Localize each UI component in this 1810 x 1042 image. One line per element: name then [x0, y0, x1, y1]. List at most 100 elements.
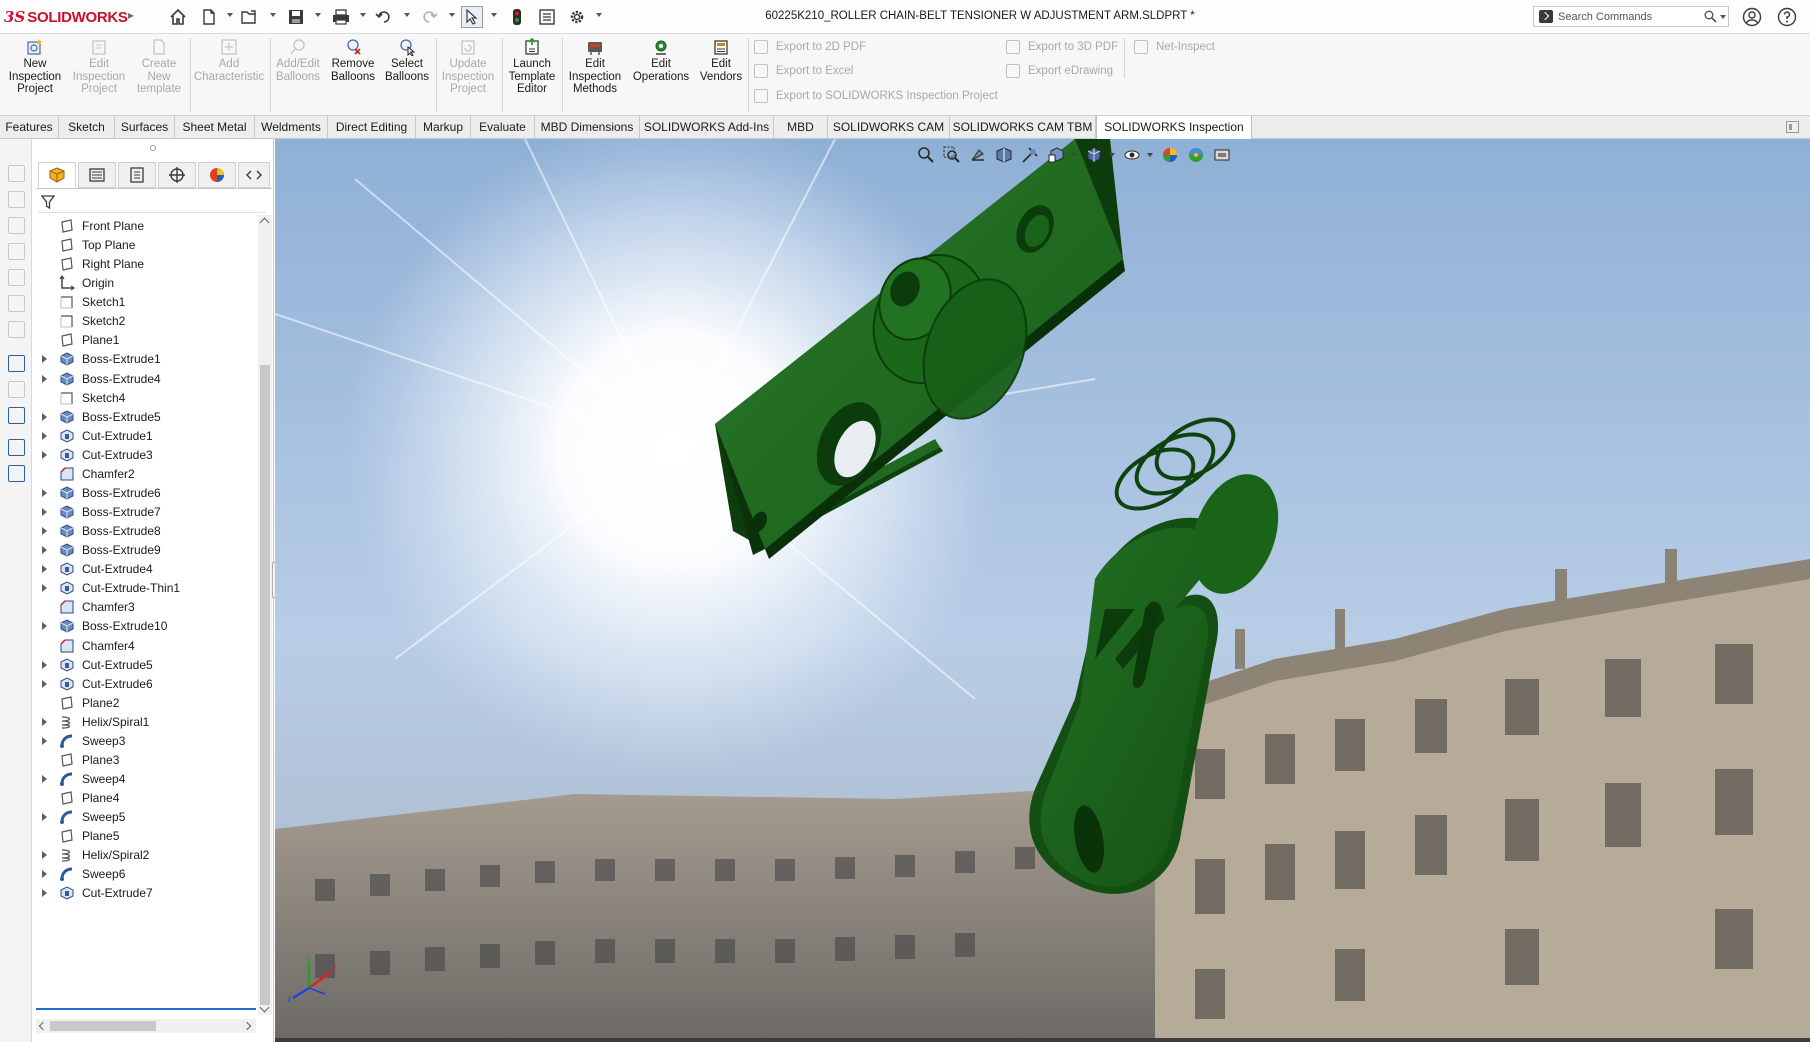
save-icon[interactable]	[285, 6, 307, 28]
add-edit-balloons-button[interactable]: Add/Edit Balloons	[272, 38, 324, 83]
strip-tool-8-icon[interactable]	[8, 355, 25, 372]
dynamic-annotation-icon[interactable]	[1019, 144, 1041, 166]
new-inspection-project-button[interactable]: New Inspection Project	[4, 38, 66, 96]
expand-arrow-icon[interactable]	[42, 775, 47, 784]
options-dropdown-icon[interactable]	[596, 13, 602, 17]
export-3d-pdf-button[interactable]: Export to 3D PDF	[1006, 40, 1118, 54]
search-icon[interactable]	[1704, 10, 1717, 26]
scroll-thumb[interactable]	[260, 365, 270, 1005]
redo-icon[interactable]	[418, 6, 440, 28]
tree-horizontal-scrollbar[interactable]	[36, 1019, 256, 1033]
tab-markup[interactable]: Markup	[416, 116, 471, 139]
strip-tool-11-icon[interactable]	[8, 439, 25, 456]
strip-tool-10-icon[interactable]	[8, 407, 25, 424]
expand-arrow-icon[interactable]	[42, 660, 47, 669]
tab-weldments[interactable]: Weldments	[255, 116, 328, 139]
tree-filter[interactable]	[38, 191, 266, 213]
launch-template-editor-button[interactable]: Launch Template Editor	[504, 37, 560, 96]
export-excel-button[interactable]: Export to Excel	[754, 64, 853, 78]
solidworks-logo[interactable]: 3S SOLIDWORKS	[4, 7, 128, 27]
zoom-to-area-icon[interactable]	[941, 144, 963, 166]
print-icon[interactable]	[330, 6, 352, 28]
zoom-to-fit-icon[interactable]	[915, 144, 937, 166]
tab-sketch[interactable]: Sketch	[59, 116, 115, 139]
strip-tool-9-icon[interactable]	[8, 381, 25, 398]
edit-appearance-icon[interactable]	[1159, 144, 1181, 166]
search-input[interactable]	[1558, 9, 1698, 24]
reference-triad[interactable]: x y z	[285, 954, 345, 1007]
expand-arrow-icon[interactable]	[42, 889, 47, 898]
display-style-icon[interactable]	[1083, 144, 1105, 166]
expand-arrow-icon[interactable]	[42, 508, 47, 517]
strip-tool-2-icon[interactable]	[8, 191, 25, 208]
expand-arrow-icon[interactable]	[42, 355, 47, 364]
net-inspect-button[interactable]: Net-Inspect	[1134, 40, 1215, 54]
expand-arrow-icon[interactable]	[42, 412, 47, 421]
export-edrawing-button[interactable]: Export eDrawing	[1006, 64, 1113, 78]
tree-vertical-scrollbar[interactable]	[258, 215, 272, 1015]
tab-sheet-metal[interactable]: Sheet Metal	[175, 116, 255, 139]
expand-arrow-icon[interactable]	[42, 622, 47, 631]
undo-dropdown-icon[interactable]	[404, 13, 410, 17]
tab-mbd[interactable]: MBD	[774, 116, 828, 139]
strip-tool-1-icon[interactable]	[8, 165, 25, 182]
scroll-up-icon[interactable]	[259, 217, 270, 228]
search-commands-box[interactable]	[1533, 6, 1729, 27]
edit-vendors-button[interactable]: Edit Vendors	[696, 38, 746, 83]
save-dropdown-icon[interactable]	[315, 13, 321, 17]
dimxpert-manager-icon[interactable]	[158, 162, 196, 188]
tab-surfaces[interactable]: Surfaces	[115, 116, 175, 139]
scroll-left-icon[interactable]	[38, 1021, 48, 1031]
home-icon[interactable]	[167, 6, 189, 28]
strip-tool-5-icon[interactable]	[8, 269, 25, 286]
configuration-manager-icon[interactable]	[118, 162, 156, 188]
edit-inspection-project-button[interactable]: Edit Inspection Project	[70, 38, 128, 96]
print-dropdown-icon[interactable]	[360, 13, 366, 17]
export-inspection-project-button[interactable]: Export to SOLIDWORKS Inspection Project	[754, 89, 998, 103]
featuremanager-tree-icon[interactable]	[38, 162, 76, 188]
view-settings-icon[interactable]	[1211, 144, 1233, 166]
expand-arrow-icon[interactable]	[42, 813, 47, 822]
tab-features[interactable]: Features	[0, 116, 59, 139]
redo-dropdown-icon[interactable]	[449, 13, 455, 17]
hide-show-dropdown-icon[interactable]	[1147, 153, 1153, 157]
edit-inspection-methods-button[interactable]: Edit Inspection Methods	[564, 38, 626, 96]
tab-mbd-dimensions[interactable]: MBD Dimensions	[535, 116, 640, 139]
options-icon[interactable]	[566, 6, 588, 28]
section-view-icon[interactable]	[993, 144, 1015, 166]
graphics-area[interactable]: x y z	[275, 139, 1810, 1042]
new-dropdown-icon[interactable]	[227, 13, 233, 17]
open-dropdown-icon[interactable]	[270, 13, 276, 17]
file-properties-icon[interactable]	[536, 6, 558, 28]
panel-tab-scroll[interactable]	[238, 162, 270, 188]
display-manager-icon[interactable]	[198, 162, 236, 188]
panel-grip-icon[interactable]	[150, 145, 156, 151]
new-file-icon[interactable]	[198, 6, 220, 28]
tab-solidworks-cam[interactable]: SOLIDWORKS CAM	[828, 116, 950, 139]
tree-item-cut-extrude7[interactable]: Cut-Extrude7	[32, 882, 258, 904]
view-orientation-dropdown-icon[interactable]	[1071, 153, 1077, 157]
help-icon[interactable]	[1777, 7, 1797, 30]
hide-show-icon[interactable]	[1121, 144, 1143, 166]
strip-tool-7-icon[interactable]	[8, 321, 25, 338]
open-icon[interactable]	[239, 6, 261, 28]
expand-arrow-icon[interactable]	[42, 431, 47, 440]
tab-evaluate[interactable]: Evaluate	[471, 116, 535, 139]
edit-operations-button[interactable]: Edit Operations	[628, 38, 694, 83]
expand-arrow-icon[interactable]	[42, 546, 47, 555]
tab-solidworks-inspection[interactable]: SOLIDWORKS Inspection	[1096, 116, 1252, 140]
create-new-template-button[interactable]: Create New template	[132, 38, 186, 96]
hscroll-thumb[interactable]	[50, 1021, 156, 1031]
display-style-dropdown-icon[interactable]	[1109, 153, 1115, 157]
rollback-bar[interactable]	[36, 1008, 256, 1010]
property-manager-icon[interactable]	[78, 162, 116, 188]
expand-arrow-icon[interactable]	[42, 679, 47, 688]
tab-solidworks-cam-tbm[interactable]: SOLIDWORKS CAM TBM	[950, 116, 1096, 139]
select-dropdown-icon[interactable]	[491, 13, 497, 17]
tab-solidworks-add-ins[interactable]: SOLIDWORKS Add-Ins	[640, 116, 774, 139]
expand-arrow-icon[interactable]	[42, 584, 47, 593]
expand-arrow-icon[interactable]	[42, 374, 47, 383]
remove-balloons-button[interactable]: Remove Balloons	[326, 38, 380, 83]
expand-arrow-icon[interactable]	[42, 527, 47, 536]
strip-tool-12-icon[interactable]	[8, 465, 25, 482]
